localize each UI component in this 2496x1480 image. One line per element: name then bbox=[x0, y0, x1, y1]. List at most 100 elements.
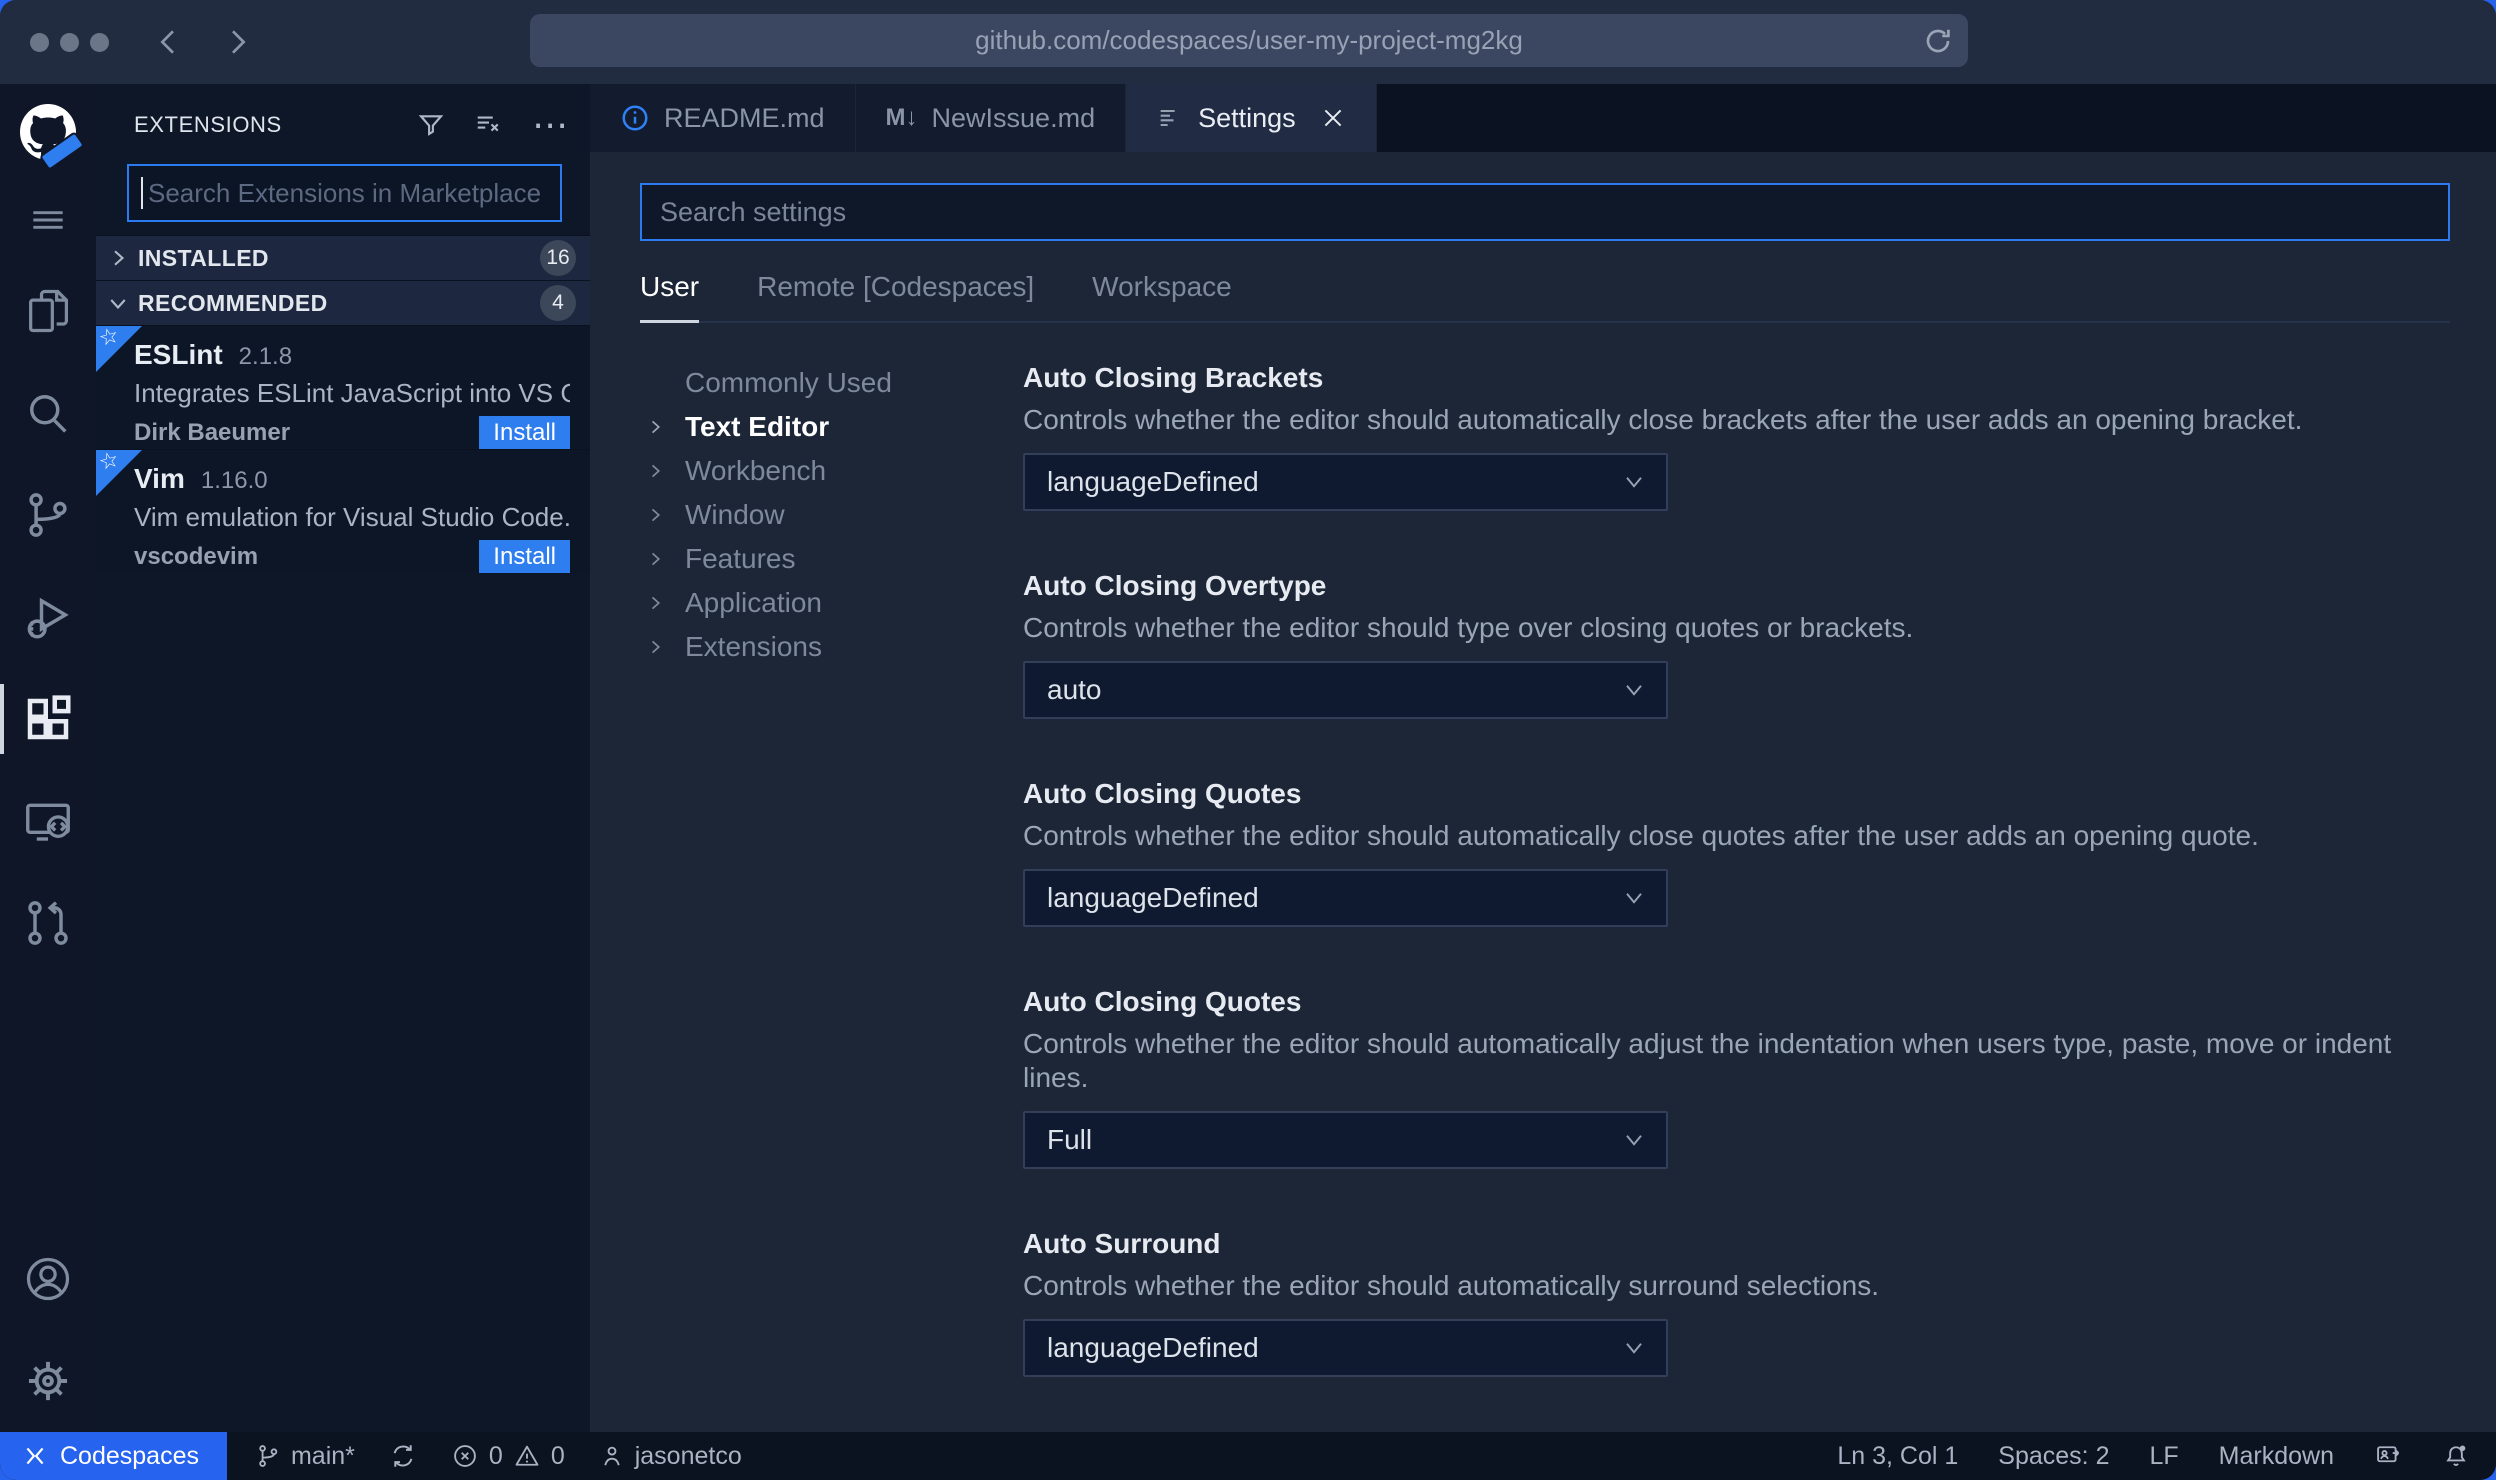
toc-features[interactable]: Features bbox=[640, 537, 1023, 581]
setting-dropdown[interactable]: languageDefined bbox=[1023, 869, 1668, 927]
extensions-search-input[interactable] bbox=[146, 176, 548, 210]
back-icon[interactable] bbox=[153, 26, 185, 58]
explorer-icon[interactable] bbox=[0, 260, 96, 362]
notifications-status[interactable] bbox=[2442, 1442, 2470, 1470]
toc-label: Window bbox=[685, 499, 785, 530]
tab-label: README.md bbox=[664, 102, 825, 133]
toc-application[interactable]: Application bbox=[640, 581, 1023, 625]
extensions-icon[interactable] bbox=[0, 668, 96, 770]
chevron-down-icon bbox=[106, 291, 130, 315]
extension-version: 2.1.8 bbox=[238, 343, 293, 370]
menu-icon[interactable] bbox=[0, 180, 96, 260]
tab-label: NewIssue.md bbox=[931, 102, 1096, 133]
setting-auto-surround: Auto Surround Controls whether the edito… bbox=[1023, 1227, 2450, 1377]
address-bar[interactable]: github.com/codespaces/user-my-project-mg… bbox=[530, 14, 1968, 67]
setting-description: Controls whether the editor should autom… bbox=[1023, 820, 2259, 851]
chevron-right-icon bbox=[640, 505, 685, 525]
close-window-button[interactable] bbox=[30, 32, 49, 52]
remote-indicator[interactable]: Codespaces bbox=[0, 1432, 227, 1480]
toc-workbench[interactable]: Workbench bbox=[640, 449, 1023, 493]
minimize-window-button[interactable] bbox=[60, 32, 79, 52]
setting-dropdown[interactable]: Full bbox=[1023, 1111, 1668, 1169]
cursor-position[interactable]: Ln 3, Col 1 bbox=[1837, 1442, 1958, 1471]
user-status[interactable]: jasonetco bbox=[599, 1442, 742, 1471]
chevron-down-icon bbox=[1620, 676, 1648, 704]
feedback-status[interactable] bbox=[2374, 1442, 2402, 1470]
source-control-icon[interactable] bbox=[0, 464, 96, 566]
errors-icon bbox=[451, 1442, 479, 1470]
chevron-right-icon bbox=[640, 593, 685, 613]
dropdown-value: auto bbox=[1047, 674, 1102, 705]
search-icon[interactable] bbox=[0, 362, 96, 464]
close-tab-icon[interactable] bbox=[1320, 105, 1346, 131]
dropdown-value: languageDefined bbox=[1047, 1332, 1259, 1363]
problems-status[interactable]: 0 0 bbox=[451, 1442, 565, 1471]
warnings-icon bbox=[513, 1442, 541, 1470]
setting-dropdown[interactable]: languageDefined bbox=[1023, 453, 1668, 511]
indentation[interactable]: Spaces: 2 bbox=[1998, 1442, 2109, 1471]
errors-count: 0 bbox=[488, 1441, 503, 1470]
eol-selector[interactable]: LF bbox=[2149, 1442, 2178, 1471]
settings-search-box[interactable] bbox=[640, 183, 2450, 241]
settings-search-input[interactable] bbox=[658, 195, 2432, 229]
setting-description: Controls whether the editor should autom… bbox=[1023, 1270, 1880, 1301]
clear-extension-filter-icon[interactable] bbox=[472, 110, 506, 140]
extensions-search-box[interactable] bbox=[127, 164, 562, 222]
language-mode[interactable]: Markdown bbox=[2219, 1442, 2334, 1471]
toc-text-editor[interactable]: Text Editor bbox=[640, 405, 1023, 449]
dropdown-value: languageDefined bbox=[1047, 466, 1259, 497]
url-text: github.com/codespaces/user-my-project-mg… bbox=[975, 25, 1523, 55]
bell-icon bbox=[2442, 1442, 2470, 1470]
chevron-down-icon bbox=[1620, 468, 1648, 496]
chevron-right-icon bbox=[640, 417, 685, 437]
scope-workspace[interactable]: Workspace bbox=[1092, 271, 1232, 303]
chevron-right-icon bbox=[640, 461, 685, 481]
dropdown-value: Full bbox=[1047, 1124, 1093, 1155]
active-view-indicator bbox=[0, 684, 4, 754]
setting-dropdown[interactable]: auto bbox=[1023, 661, 1668, 719]
extension-list-item[interactable]: ☆ ESLint 2.1.8 Integrates ESLint JavaScr… bbox=[96, 325, 590, 449]
install-button[interactable]: Install bbox=[479, 540, 570, 573]
toc-extensions[interactable]: Extensions bbox=[640, 625, 1023, 669]
sync-icon bbox=[389, 1442, 417, 1470]
setting-dropdown[interactable]: languageDefined bbox=[1023, 1319, 1668, 1377]
more-actions-icon[interactable]: ⋯ bbox=[532, 107, 568, 143]
tab-newissue[interactable]: M↓ NewIssue.md bbox=[855, 84, 1127, 152]
tab-strip: README.md M↓ NewIssue.md Settings bbox=[590, 84, 2496, 152]
run-debug-icon[interactable] bbox=[0, 566, 96, 668]
branch-status[interactable]: main* bbox=[255, 1442, 355, 1471]
zoom-window-button[interactable] bbox=[90, 32, 109, 52]
tab-settings[interactable]: Settings bbox=[1126, 84, 1377, 152]
feedback-icon bbox=[2374, 1442, 2402, 1470]
account-icon[interactable] bbox=[0, 1228, 96, 1330]
extension-author: vscodevim bbox=[134, 543, 259, 570]
extension-description: Vim emulation for Visual Studio Code... bbox=[134, 502, 570, 532]
forward-icon[interactable] bbox=[221, 26, 253, 58]
filter-icon[interactable] bbox=[416, 110, 446, 140]
scope-remote[interactable]: Remote [Codespaces] bbox=[757, 271, 1034, 303]
pull-requests-icon[interactable] bbox=[0, 872, 96, 974]
section-recommended[interactable]: RECOMMENDED 4 bbox=[96, 280, 590, 325]
toc-label: Application bbox=[685, 587, 822, 618]
settings-gear-icon[interactable] bbox=[0, 1330, 96, 1432]
extension-list-item[interactable]: ☆ Vim 1.16.0 Vim emulation for Visual St… bbox=[96, 449, 590, 573]
traffic-lights[interactable] bbox=[30, 32, 109, 52]
toc-label: Extensions bbox=[685, 631, 822, 662]
setting-title: Auto Closing Quotes bbox=[1023, 778, 1302, 809]
tab-readme[interactable]: README.md bbox=[590, 84, 856, 152]
tab-label: Settings bbox=[1198, 102, 1296, 133]
section-installed[interactable]: INSTALLED 16 bbox=[96, 235, 590, 280]
install-button[interactable]: Install bbox=[479, 416, 570, 449]
section-label: INSTALLED bbox=[138, 244, 269, 271]
remote-explorer-icon[interactable] bbox=[0, 770, 96, 872]
extensions-sidebar: EXTENSIONS ⋯ Search Extensions in Market… bbox=[96, 84, 590, 1432]
toc-window[interactable]: Window bbox=[640, 493, 1023, 537]
sync-status[interactable] bbox=[389, 1442, 417, 1470]
installed-count-badge: 16 bbox=[540, 240, 576, 276]
setting-auto-closing-overtype: Auto Closing Overtype Controls whether t… bbox=[1023, 569, 2450, 719]
scope-user[interactable]: User bbox=[640, 271, 700, 323]
setting-title: Auto Closing Brackets bbox=[1023, 362, 1324, 393]
refresh-icon[interactable] bbox=[1922, 25, 1954, 57]
setting-description: Controls whether the editor should autom… bbox=[1023, 404, 2303, 435]
toc-commonly-used[interactable]: Commonly Used bbox=[640, 361, 1023, 405]
